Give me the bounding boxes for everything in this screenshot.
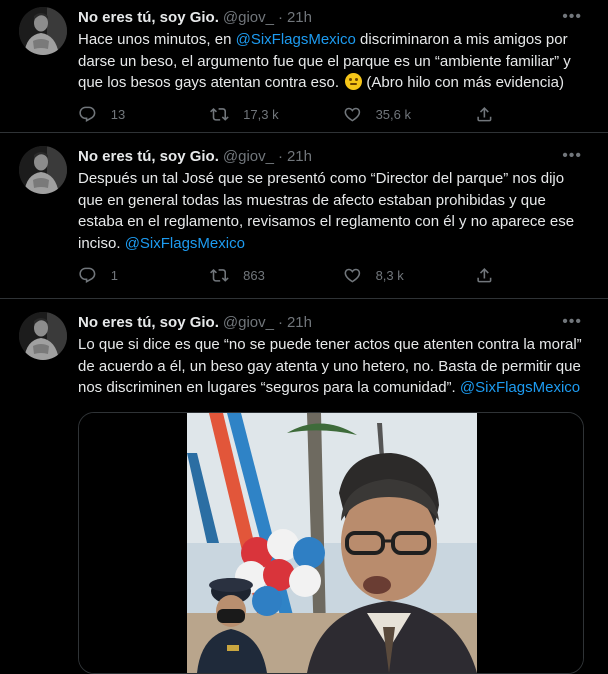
handle[interactable]: @giov_ xyxy=(223,148,274,165)
retweet-button[interactable]: 17,3 k xyxy=(210,105,280,124)
tweet-text: Hace unos minutos, en @SixFlagsMexico di… xyxy=(78,31,571,91)
tweet-header: No eres tú, soy Gio. @giov_ · 21h xyxy=(78,145,592,167)
tweet-header: No eres tú, soy Gio. @giov_ · 21h xyxy=(78,6,592,28)
separator-dot: · xyxy=(277,313,283,331)
like-count: 35,6 k xyxy=(375,107,411,122)
mention-link[interactable]: @SixFlagsMexico xyxy=(236,31,356,48)
action-bar: 1 863 8,3 k xyxy=(78,260,508,290)
like-icon xyxy=(343,266,362,285)
more-options-icon[interactable]: ••• xyxy=(562,313,582,331)
tweet[interactable]: No eres tú, soy Gio. @giov_ · 21h ••• Ha… xyxy=(0,0,608,133)
tweet-header: No eres tú, soy Gio. @giov_ · 21h xyxy=(78,311,592,333)
reply-count: 1 xyxy=(110,267,118,283)
mention-link[interactable]: @SixFlagsMexico xyxy=(125,235,245,252)
separator-dot: · xyxy=(277,8,283,26)
tweet[interactable]: No eres tú, soy Gio. @giov_ · 21h ••• Lo… xyxy=(0,299,608,674)
share-button[interactable] xyxy=(475,105,508,124)
retweet-button[interactable]: 863 xyxy=(210,266,280,285)
reply-button[interactable]: 1 xyxy=(78,266,148,285)
avatar[interactable] xyxy=(19,312,67,360)
timestamp[interactable]: 21h xyxy=(287,9,312,26)
action-bar: 13 17,3 k 35,6 k xyxy=(78,100,508,130)
separator-dot: · xyxy=(277,147,283,165)
handle[interactable]: @giov_ xyxy=(223,314,274,331)
retweet-icon xyxy=(210,105,229,124)
reply-icon xyxy=(78,105,97,124)
more-options-icon[interactable]: ••• xyxy=(562,147,582,165)
timestamp[interactable]: 21h xyxy=(287,148,312,165)
like-button[interactable]: 35,6 k xyxy=(343,105,413,124)
like-button[interactable]: 8,3 k xyxy=(343,266,413,285)
reply-button[interactable]: 13 xyxy=(78,105,148,124)
avatar[interactable] xyxy=(19,7,67,55)
share-icon xyxy=(475,266,494,285)
tweet-text: Después un tal José que se presentó como… xyxy=(78,170,575,252)
avatar[interactable] xyxy=(19,146,67,194)
more-options-icon[interactable]: ••• xyxy=(562,8,582,26)
share-button[interactable] xyxy=(475,266,508,285)
tweet[interactable]: No eres tú, soy Gio. @giov_ · 21h ••• De… xyxy=(0,133,608,299)
like-icon xyxy=(343,105,362,124)
retweet-icon xyxy=(210,266,229,285)
timestamp[interactable]: 21h xyxy=(287,314,312,331)
video-frame xyxy=(79,412,583,673)
reply-icon xyxy=(78,266,97,285)
reply-count: 13 xyxy=(110,107,126,122)
retweet-count: 17,3 k xyxy=(243,107,279,122)
display-name[interactable]: No eres tú, soy Gio. xyxy=(78,148,219,165)
like-count: 8,3 k xyxy=(375,267,404,283)
retweet-count: 863 xyxy=(243,267,265,283)
video-thumbnail[interactable] xyxy=(78,411,584,674)
tweet-text: Lo que si dice es que “no se puede tener… xyxy=(78,336,582,396)
display-name[interactable]: No eres tú, soy Gio. xyxy=(78,314,219,331)
mention-link[interactable]: @SixFlagsMexico xyxy=(460,379,580,396)
thinking-face-icon xyxy=(345,73,363,90)
handle[interactable]: @giov_ xyxy=(223,9,274,26)
share-icon xyxy=(475,105,494,124)
display-name[interactable]: No eres tú, soy Gio. xyxy=(78,9,219,26)
